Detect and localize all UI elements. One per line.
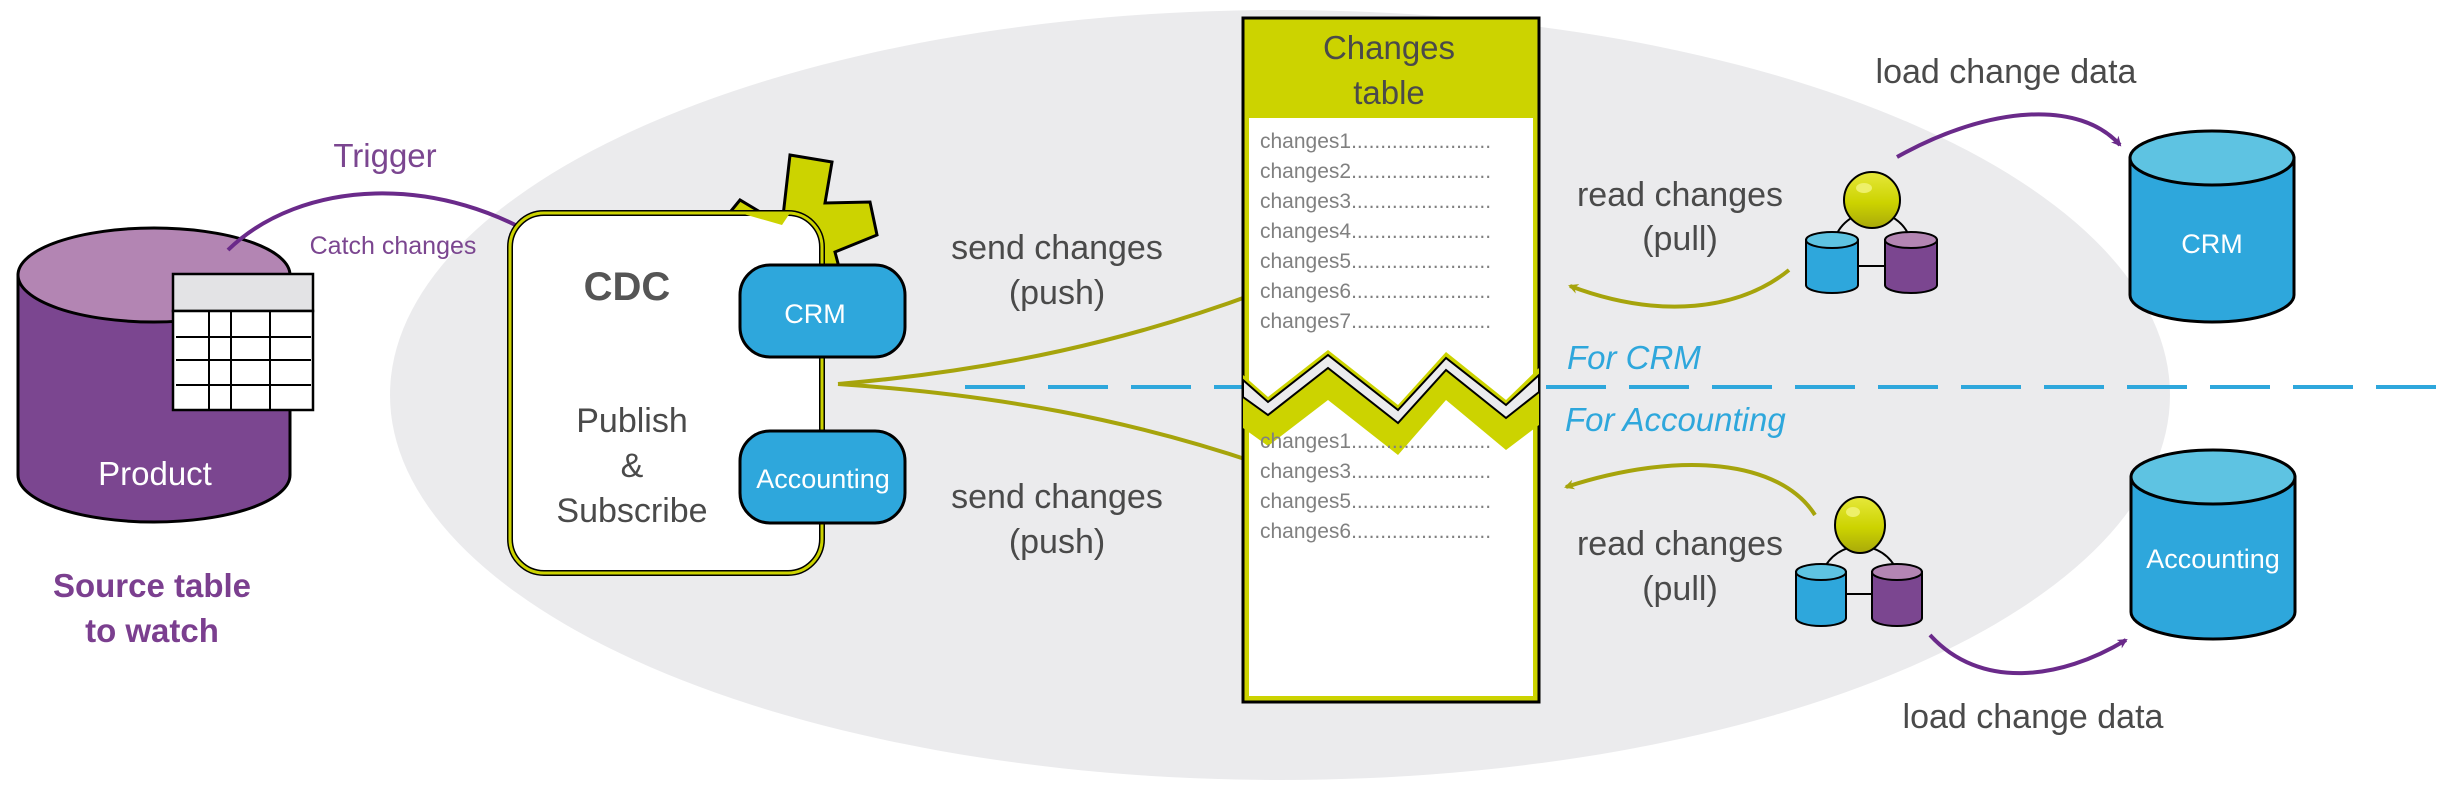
subscriber-accounting-label: Accounting: [756, 464, 890, 494]
change-row: changes6........................: [1260, 280, 1491, 303]
change-row: changes5........................: [1260, 250, 1491, 273]
target-accounting-label: Accounting: [2146, 544, 2280, 574]
changes-table-title-line1: Changes: [1323, 29, 1455, 66]
send-top-line2: (push): [1009, 274, 1105, 312]
send-bottom-line1: send changes: [951, 478, 1163, 516]
changes-table[interactable]: [1241, 16, 1541, 704]
read-top-line2: (pull): [1642, 220, 1718, 258]
subscriber-accounting[interactable]: Accounting: [738, 429, 907, 525]
change-row: changes5........................: [1260, 490, 1491, 513]
cdc-line3: Subscribe: [556, 492, 707, 530]
change-row: changes1........................: [1260, 430, 1491, 453]
change-row: changes7........................: [1260, 310, 1491, 333]
table-icon: [171, 272, 315, 412]
send-top-line1: send changes: [951, 229, 1163, 267]
change-row: changes4........................: [1260, 220, 1491, 243]
subscriber-crm-label: CRM: [784, 299, 846, 329]
target-database-accounting[interactable]: Accounting: [2129, 448, 2297, 641]
section-label-accounting: For Accounting: [1565, 401, 1786, 438]
change-row: changes2........................: [1260, 160, 1491, 183]
crm-change-rows: changes1........................ changes2…: [1260, 130, 1491, 333]
change-row: changes3........................: [1260, 460, 1491, 483]
change-row: changes1........................: [1260, 130, 1491, 153]
cdc-line1: Publish: [576, 402, 688, 440]
load-bottom-label: load change data: [1903, 698, 2164, 736]
target-database-crm[interactable]: CRM: [2128, 129, 2296, 324]
cdc-title: CDC: [584, 265, 671, 309]
trigger-label: Trigger: [333, 137, 436, 174]
section-label-crm: For CRM: [1567, 339, 1701, 376]
change-row: changes3........................: [1260, 190, 1491, 213]
source-db-label: Product: [98, 455, 212, 492]
source-caption-line2: to watch: [85, 612, 219, 649]
send-bottom-line2: (push): [1009, 523, 1105, 561]
subscriber-crm[interactable]: CRM: [738, 263, 907, 359]
change-row: changes6........................: [1260, 520, 1491, 543]
catch-changes-label: Catch changes: [310, 232, 477, 260]
cdc-diagram: Product Source table to watch Trigger Ca…: [16, 10, 2441, 780]
cdc-line2: &: [621, 447, 644, 485]
read-bottom-line2: (pull): [1642, 570, 1718, 608]
target-crm-label: CRM: [2181, 229, 2243, 259]
read-bottom-line1: read changes: [1577, 525, 1783, 563]
source-caption-line1: Source table: [53, 567, 251, 604]
changes-table-title-line2: table: [1353, 74, 1425, 111]
read-top-line1: read changes: [1577, 176, 1783, 214]
load-top-label: load change data: [1876, 53, 2137, 91]
